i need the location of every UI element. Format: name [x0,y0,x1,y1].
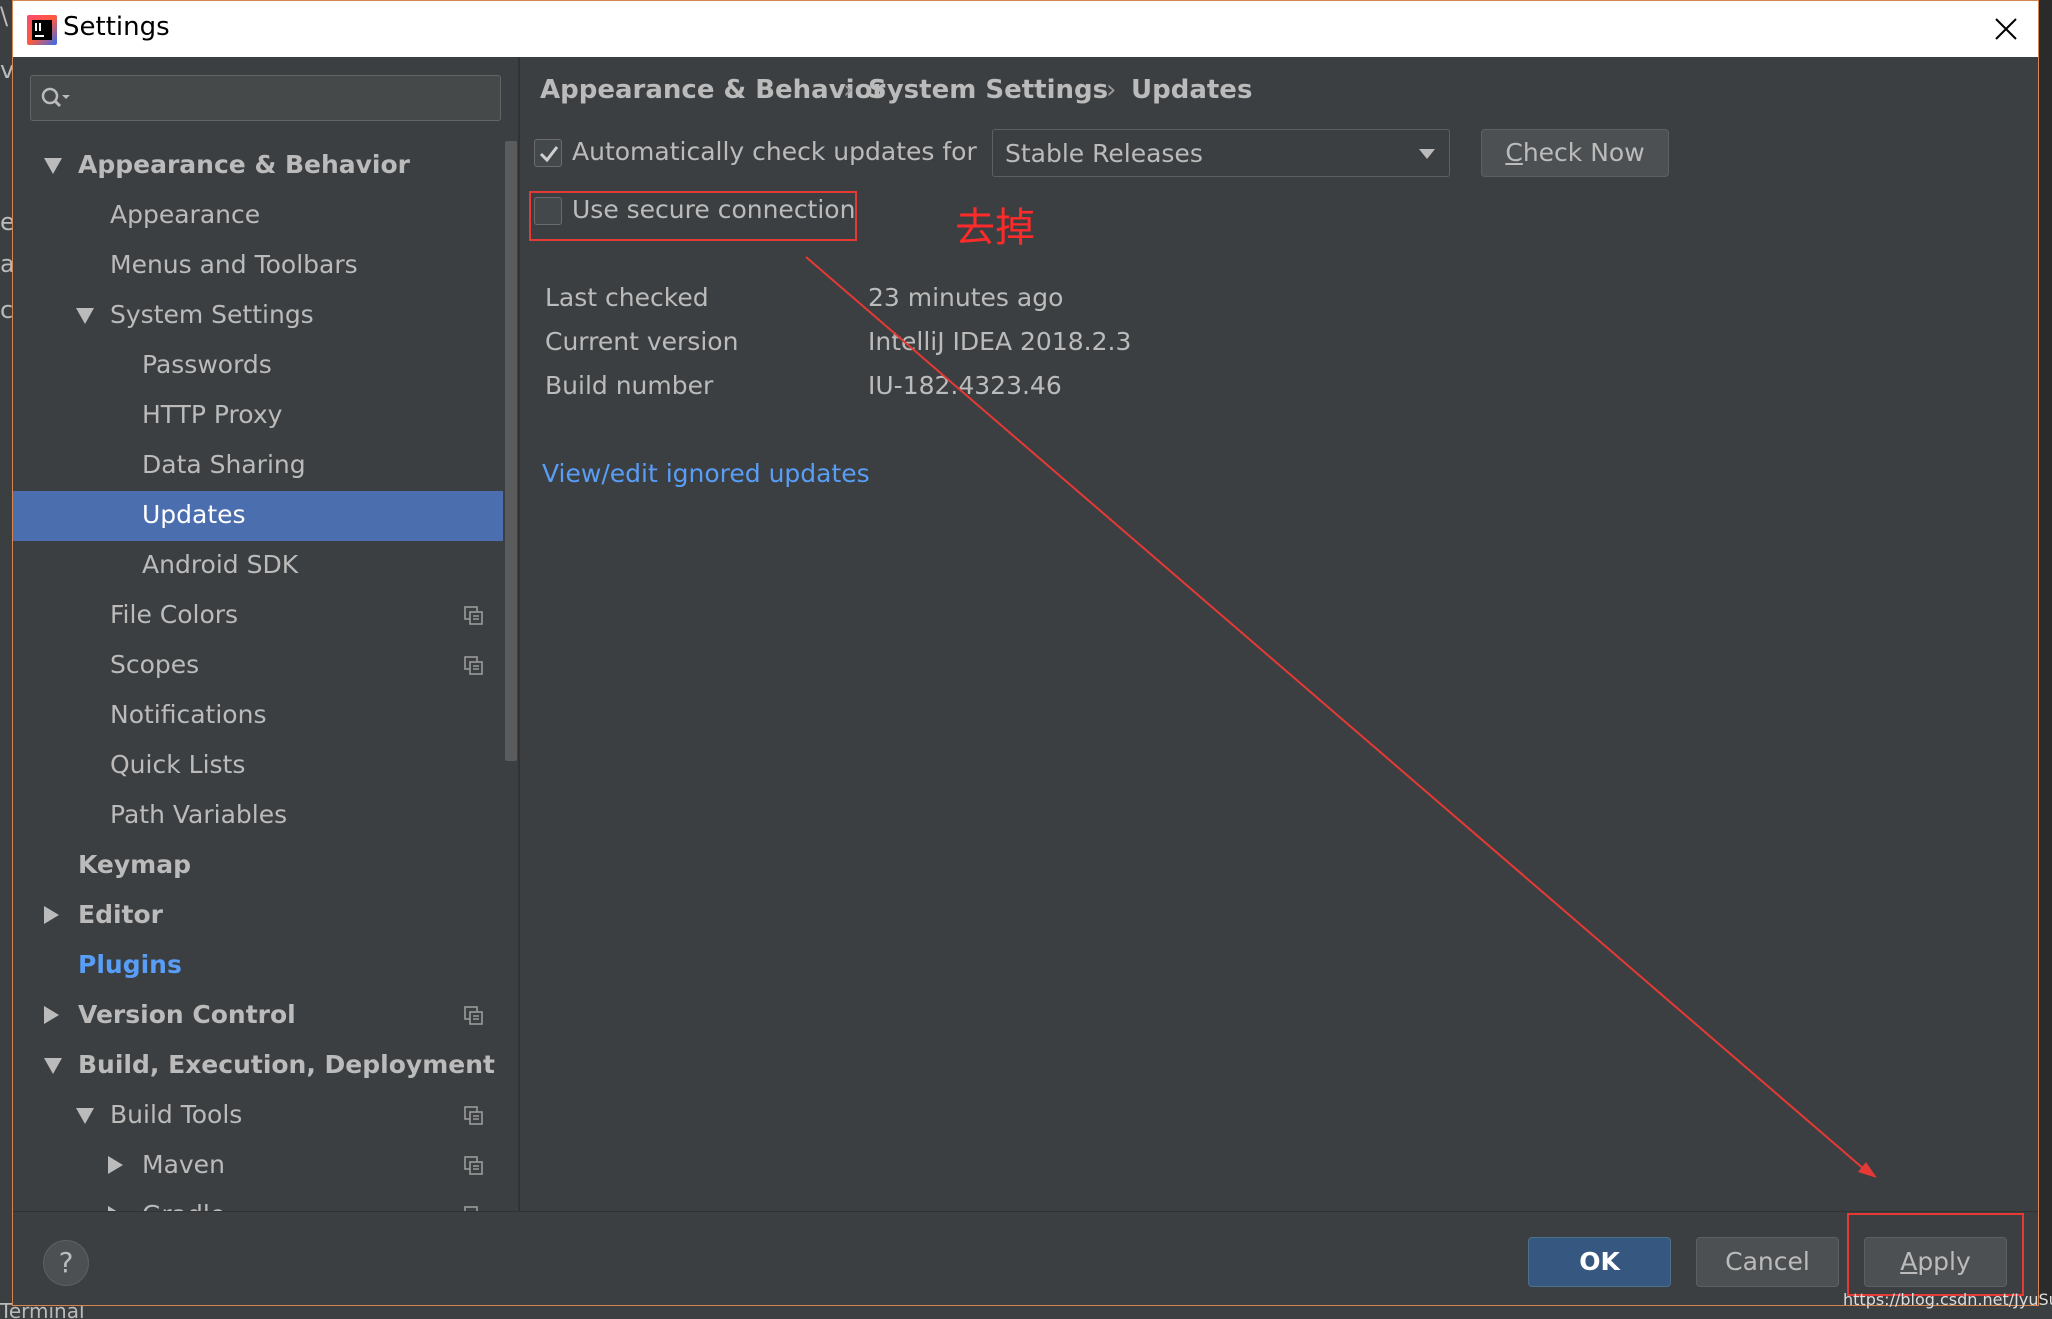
sidebar-item-label: Gradle [142,1200,225,1211]
sidebar-scrollbar-thumb[interactable] [505,141,517,761]
sidebar-item-label: File Colors [110,600,239,629]
intellij-logo-icon [27,15,57,45]
current-version-label: Current version [545,327,739,356]
sidebar-item-data-sharing[interactable]: Data Sharing [13,441,505,491]
close-button[interactable] [1974,1,2038,57]
sidebar-item-label: Version Control [78,1000,296,1029]
auto-check-checkbox[interactable] [534,139,562,167]
annotation-label: 去掉 [955,205,1035,251]
sidebar-item-gradle[interactable]: Gradle [13,1191,505,1211]
dialog-button-bar: ? OK Cancel Apply [13,1211,2038,1305]
sidebar-item-updates[interactable]: Updates [13,491,505,541]
sidebar-item-label: Keymap [78,850,192,879]
sidebar-item-label: Appearance & Behavior [78,150,410,179]
expand-arrow-down-icon[interactable] [44,1058,62,1074]
chevron-down-icon [1419,149,1435,159]
project-scope-icon [464,606,483,625]
expand-arrow-down-icon[interactable] [44,158,62,174]
sidebar-item-label: Passwords [142,350,272,379]
annotation-highlight-secure [529,191,857,241]
sidebar-item-http-proxy[interactable]: HTTP Proxy [13,391,505,441]
sidebar-item-appearance-behavior[interactable]: Appearance & Behavior [13,141,505,191]
sidebar-item-label: Notifications [110,700,267,729]
sidebar-item-android-sdk[interactable]: Android SDK [13,541,505,591]
sidebar-item-quick-lists[interactable]: Quick Lists [13,741,505,791]
watermark: https://blog.csdn.net/JyuSun [1843,1290,2052,1309]
sidebar-item-label: Data Sharing [142,450,306,479]
close-icon [1995,18,2017,40]
sidebar-item-plugins[interactable]: Plugins [13,941,505,991]
sidebar-item-system-settings[interactable]: System Settings [13,291,505,341]
current-version-value: IntelliJ IDEA 2018.2.3 [868,327,1132,356]
sidebar-item-build-execution-deployment[interactable]: Build, Execution, Deployment [13,1041,505,1091]
sidebar-item-label: Quick Lists [110,750,246,779]
sidebar-item-label: Build, Execution, Deployment [78,1050,495,1079]
help-button[interactable]: ? [43,1240,89,1286]
settings-search[interactable] [30,75,501,121]
ok-button[interactable]: OK [1528,1237,1671,1287]
sidebar-item-notifications[interactable]: Notifications [13,691,505,741]
expand-arrow-right-icon[interactable] [44,906,59,924]
sidebar-item-editor[interactable]: Editor [13,891,505,941]
project-scope-icon [464,656,483,675]
annotation-highlight-apply [1847,1213,2024,1296]
last-checked-value: 23 minutes ago [868,283,1064,312]
sidebar-item-label: HTTP Proxy [142,400,283,429]
last-checked-label: Last checked [545,283,709,312]
breadcrumb-item: System Settings [868,75,1109,105]
sidebar-item-label: Plugins [78,950,182,979]
cancel-button[interactable]: Cancel [1696,1237,1839,1287]
search-icon [41,87,70,108]
search-input[interactable] [81,82,491,114]
breadcrumb-separator: › [1106,75,1117,105]
checkmark-icon [539,146,559,163]
project-scope-icon [464,1006,483,1025]
sidebar-item-label: Menus and Toolbars [110,250,358,279]
project-scope-icon [464,1106,483,1125]
sidebar-item-build-tools[interactable]: Build Tools [13,1091,505,1141]
check-now-button[interactable]: Check Now [1481,129,1669,177]
expand-arrow-right-icon[interactable] [44,1006,59,1024]
project-scope-icon [464,1156,483,1175]
auto-check-label: Automatically check updates for [572,137,977,166]
settings-sidebar: Appearance & Behavior Appearance Menus and… [13,57,518,1211]
update-channel-dropdown[interactable]: Stable Releases [992,129,1450,177]
screen: \ v e a c Terminal Settings Appearance &… [0,0,2052,1319]
background-window-strip: \ v e a c [0,0,15,1319]
sidebar-item-passwords[interactable]: Passwords [13,341,505,391]
sidebar-item-menus-and-toolbars[interactable]: Menus and Toolbars [13,241,505,291]
sidebar-item-label: System Settings [110,300,314,329]
sidebar-item-label: Android SDK [142,550,299,579]
update-channel-value: Stable Releases [1005,139,1203,168]
breadcrumb-item: Appearance & Behavior [540,75,886,105]
sidebar-item-label: Appearance [110,200,261,229]
sidebar-item-label: Scopes [110,650,200,679]
sidebar-item-keymap[interactable]: Keymap [13,841,505,891]
breadcrumb-separator: › [843,75,854,105]
check-now-label: heck Now [1522,138,1645,167]
background-glyph: \ [0,2,9,30]
expand-arrow-down-icon[interactable] [76,1108,94,1124]
expand-arrow-down-icon[interactable] [76,308,94,324]
ignored-updates-link[interactable]: View/edit ignored updates [542,459,870,488]
sidebar-item-label: Path Variables [110,800,288,829]
sidebar-item-path-variables[interactable]: Path Variables [13,791,505,841]
build-number-value: IU-182.4323.46 [868,371,1062,400]
sidebar-item-appearance[interactable]: Appearance [13,191,505,241]
sidebar-item-label: Build Tools [110,1100,243,1129]
check-now-mnemonic: C [1505,138,1523,167]
sidebar-item-label: Maven [142,1150,225,1179]
sidebar-item-version-control[interactable]: Version Control [13,991,505,1041]
sidebar-item-maven[interactable]: Maven [13,1141,505,1191]
window-title: Settings [63,12,170,42]
expand-arrow-right-icon[interactable] [108,1156,123,1174]
sidebar-item-file-colors[interactable]: File Colors [13,591,505,641]
breadcrumb-item: Updates [1131,75,1253,105]
sidebar-item-label: Updates [142,500,246,529]
build-number-label: Build number [545,371,714,400]
sidebar-item-scopes[interactable]: Scopes [13,641,505,691]
sidebar-item-label: Editor [78,900,163,929]
title-bar[interactable]: Settings [13,1,2038,57]
